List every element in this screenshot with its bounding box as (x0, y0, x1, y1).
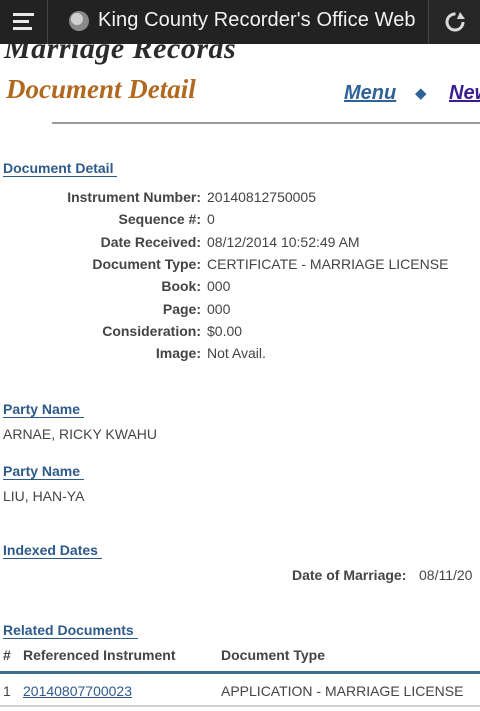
header-divider (52, 122, 480, 124)
app-title: King County Recorder's Office Web (98, 9, 416, 31)
hamburger-menu-icon[interactable] (0, 0, 48, 44)
detail-row-image: Image: Not Avail. (0, 345, 480, 365)
date-of-marriage-value: 08/11/20 (419, 567, 473, 583)
nav-menu-link[interactable]: Menu (344, 82, 396, 105)
page-title: Document Detail (6, 74, 196, 104)
detail-row-book: Book: 000 (0, 278, 480, 298)
party-name-value: ARNAE, RICKY KWAHU (3, 426, 158, 442)
detail-row-instrument-number: Instrument Number: 20140812750005 (0, 189, 480, 209)
column-header-number: # (3, 647, 11, 663)
detail-row-sequence: Sequence #: 0 (0, 211, 480, 231)
date-of-marriage-label: Date of Marriage: (292, 567, 407, 583)
field-label: Book: (161, 278, 201, 294)
field-value: 20140812750005 (207, 189, 317, 205)
field-value: 08/12/2014 10:52:49 AM (207, 234, 360, 250)
column-header-referenced-instrument: Referenced Instrument (23, 647, 176, 663)
related-documents-heading[interactable]: Related Documents (3, 622, 138, 639)
detail-row-consideration: Consideration: $0.00 (0, 323, 480, 343)
document-detail-heading[interactable]: Document Detail (3, 160, 118, 177)
row-divider (0, 705, 480, 707)
table-header-divider (0, 671, 480, 674)
field-label: Date Received: (100, 234, 201, 250)
field-label: Image: (155, 345, 201, 361)
page-header: Marriage Records Document Detail Menu ◆ … (0, 44, 480, 124)
field-value: Not Avail. (207, 345, 266, 361)
party-name-heading[interactable]: Party Name (3, 401, 85, 418)
referenced-instrument-link[interactable]: 20140807700023 (23, 683, 132, 699)
detail-row-document-type: Document Type: CERTIFICATE - MARRIAGE LI… (0, 256, 480, 276)
indexed-dates-heading[interactable]: Indexed Dates (3, 542, 102, 559)
menu-line (13, 27, 32, 30)
field-value: 0 (207, 211, 215, 227)
detail-row-page: Page: 000 (0, 301, 480, 321)
row-number: 1 (3, 683, 11, 699)
field-label: Sequence #: (118, 211, 201, 227)
nav-separator-icon: ◆ (415, 85, 427, 102)
detail-row-date-received: Date Received: 08/12/2014 10:52:49 AM (0, 234, 480, 254)
row-document-type: APPLICATION - MARRIAGE LICENSE (221, 683, 464, 699)
field-label: Instrument Number: (67, 189, 201, 205)
section-title: Marriage Records (4, 44, 237, 65)
field-value: CERTIFICATE - MARRIAGE LICENSE (207, 256, 449, 272)
field-value: 000 (207, 301, 231, 317)
action-bar: King County Recorder's Office Web (0, 0, 480, 44)
party-name-heading[interactable]: Party Name (3, 463, 85, 480)
nav-new-link[interactable]: New (449, 82, 480, 105)
field-value: $0.00 (207, 323, 243, 339)
field-label: Page: (162, 301, 201, 317)
menu-line (13, 20, 29, 23)
menu-line (13, 13, 34, 16)
party-name-value: LIU, HAN-YA (3, 488, 85, 504)
refresh-button[interactable] (428, 0, 480, 44)
field-label: Consideration: (102, 323, 201, 339)
field-value: 000 (207, 278, 231, 294)
app-logo-icon (69, 11, 89, 31)
refresh-icon (445, 12, 465, 32)
column-header-document-type: Document Type (221, 647, 325, 663)
field-label: Document Type: (92, 256, 201, 272)
